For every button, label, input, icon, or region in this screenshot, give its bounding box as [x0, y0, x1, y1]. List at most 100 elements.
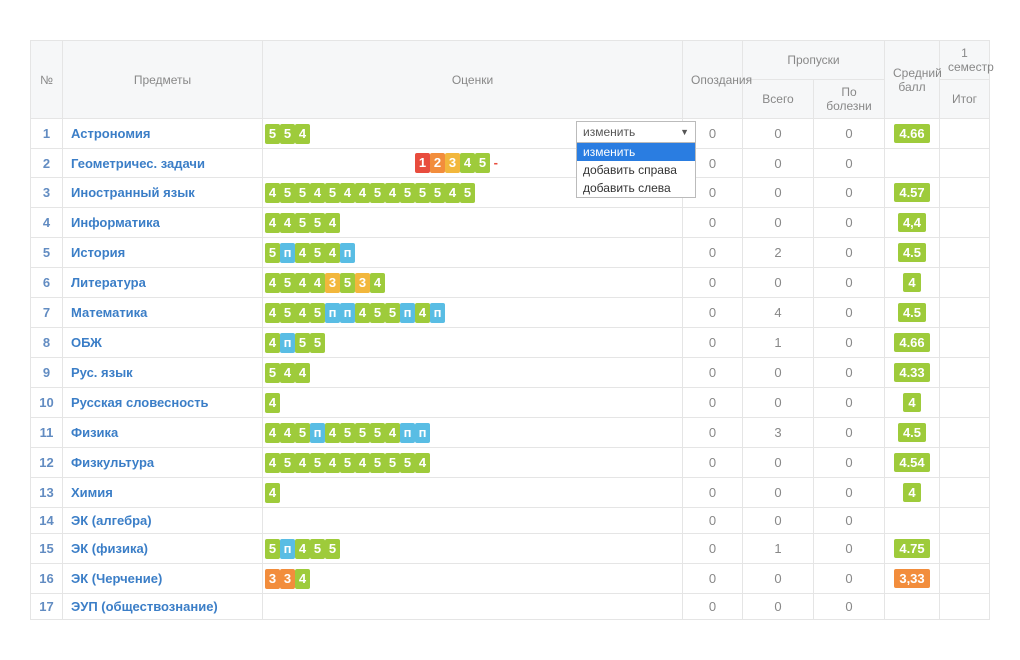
grade-badge[interactable]: 5: [265, 243, 280, 263]
grade-badge[interactable]: 4: [310, 183, 325, 203]
grade-badge[interactable]: 4: [295, 243, 310, 263]
grade-badge[interactable]: 5: [370, 183, 385, 203]
grade-badge[interactable]: 5: [265, 363, 280, 383]
grade-badge[interactable]: 4: [370, 273, 385, 293]
grade-badge[interactable]: 4: [415, 453, 430, 473]
grade-badge[interactable]: 4: [355, 183, 370, 203]
absence-badge[interactable]: п: [340, 303, 355, 323]
grade-badge[interactable]: 5: [385, 453, 400, 473]
subject-link[interactable]: Физика: [71, 425, 118, 440]
grade-badge[interactable]: 4: [265, 483, 280, 503]
grade-badge[interactable]: 4: [295, 363, 310, 383]
grade-badge[interactable]: 5: [370, 423, 385, 443]
grade-badge[interactable]: 5: [280, 453, 295, 473]
grade-badge[interactable]: 4: [325, 213, 340, 233]
dropdown-option[interactable]: добавить слева: [577, 179, 695, 197]
grade-badge[interactable]: 5: [295, 183, 310, 203]
absence-badge[interactable]: п: [430, 303, 445, 323]
grade-badge[interactable]: 4: [325, 243, 340, 263]
dropdown-trigger[interactable]: изменить ▼: [576, 121, 696, 143]
grade-badge[interactable]: 5: [310, 453, 325, 473]
grade-badge[interactable]: 5: [280, 183, 295, 203]
grade-badge[interactable]: 5: [310, 333, 325, 353]
absence-badge[interactable]: п: [280, 333, 295, 353]
grade-badge[interactable]: 4: [265, 393, 280, 413]
absence-badge[interactable]: п: [280, 243, 295, 263]
grade-badge[interactable]: 4: [280, 423, 295, 443]
absence-badge[interactable]: п: [400, 303, 415, 323]
grade-badge[interactable]: 5: [295, 333, 310, 353]
subject-link[interactable]: ЭК (алгебра): [71, 513, 152, 528]
grade-badge[interactable]: 4: [385, 423, 400, 443]
grade-badge[interactable]: 5: [430, 183, 445, 203]
grade-badge[interactable]: 4: [265, 213, 280, 233]
grade-badge[interactable]: 4: [355, 303, 370, 323]
grade-badge[interactable]: 3: [280, 569, 295, 589]
grade-badge[interactable]: 4: [355, 453, 370, 473]
grade-badge[interactable]: 5: [265, 124, 280, 144]
absence-badge[interactable]: п: [280, 539, 295, 559]
subject-link[interactable]: ЭУП (обществознание): [71, 599, 218, 614]
absence-badge[interactable]: п: [415, 423, 430, 443]
grade-badge[interactable]: 4: [325, 423, 340, 443]
grade-badge[interactable]: 5: [340, 453, 355, 473]
grade-badge[interactable]: 5: [340, 423, 355, 443]
grade-badge[interactable]: 4: [265, 303, 280, 323]
grade-badge[interactable]: 5: [280, 303, 295, 323]
grade-badge[interactable]: 5: [295, 423, 310, 443]
subject-link[interactable]: История: [71, 245, 125, 260]
grade-badge[interactable]: 5: [370, 453, 385, 473]
absence-badge[interactable]: п: [310, 423, 325, 443]
grade-badge[interactable]: 5: [265, 539, 280, 559]
subject-link[interactable]: Химия: [71, 485, 113, 500]
grade-badge[interactable]: 5: [355, 423, 370, 443]
grade-badge[interactable]: 4: [280, 363, 295, 383]
grade-badge[interactable]: 3: [325, 273, 340, 293]
subject-link[interactable]: Рус. язык: [71, 365, 133, 380]
grade-badge[interactable]: 5: [340, 273, 355, 293]
subject-link[interactable]: Геометричес. задачи: [71, 156, 205, 171]
grade-badge[interactable]: 5: [370, 303, 385, 323]
grade-badge[interactable]: 4: [445, 183, 460, 203]
grade-badge[interactable]: 4: [265, 333, 280, 353]
grade-badge[interactable]: 5: [310, 539, 325, 559]
grade-badge[interactable]: 4: [295, 453, 310, 473]
grade-badge[interactable]: 4: [295, 303, 310, 323]
grade-badge[interactable]: 5: [325, 539, 340, 559]
subject-link[interactable]: Математика: [71, 305, 147, 320]
grade-badge[interactable]: 4: [265, 423, 280, 443]
grade-badge[interactable]: 4: [340, 183, 355, 203]
subject-link[interactable]: ЭК (физика): [71, 541, 148, 556]
grade-badge[interactable]: 5: [310, 243, 325, 263]
grade-badge[interactable]: 4: [295, 124, 310, 144]
grade-badge[interactable]: 4: [385, 183, 400, 203]
subject-link[interactable]: Литература: [71, 275, 146, 290]
absence-badge[interactable]: п: [340, 243, 355, 263]
grade-badge[interactable]: 5: [280, 124, 295, 144]
grade-badge[interactable]: 5: [325, 183, 340, 203]
grade-badge[interactable]: 3: [355, 273, 370, 293]
subject-link[interactable]: ЭК (Черчение): [71, 571, 162, 586]
grade-badge[interactable]: 5: [400, 183, 415, 203]
grade-badge[interactable]: 5: [310, 303, 325, 323]
grade-badge[interactable]: 4: [265, 273, 280, 293]
absence-badge[interactable]: п: [400, 423, 415, 443]
subject-link[interactable]: ОБЖ: [71, 335, 102, 350]
grade-badge[interactable]: 5: [310, 213, 325, 233]
grade-dropdown[interactable]: изменить ▼ изменить добавить справа доба…: [576, 121, 696, 198]
grade-badge[interactable]: 4: [295, 273, 310, 293]
grade-badge[interactable]: 4: [325, 453, 340, 473]
grade-badge[interactable]: 4: [265, 453, 280, 473]
grade-badge[interactable]: 4: [295, 569, 310, 589]
subject-link[interactable]: Астрономия: [71, 126, 151, 141]
dropdown-option[interactable]: добавить справа: [577, 161, 695, 179]
absence-badge[interactable]: п: [325, 303, 340, 323]
grade-badge[interactable]: 4: [280, 213, 295, 233]
grade-badge[interactable]: 5: [400, 453, 415, 473]
subject-link[interactable]: Иностранный язык: [71, 185, 195, 200]
subject-link[interactable]: Информатика: [71, 215, 160, 230]
grade-badge[interactable]: 5: [280, 273, 295, 293]
dropdown-option[interactable]: изменить: [577, 143, 695, 161]
grade-badge[interactable]: 4: [415, 303, 430, 323]
grade-badge[interactable]: 3: [265, 569, 280, 589]
